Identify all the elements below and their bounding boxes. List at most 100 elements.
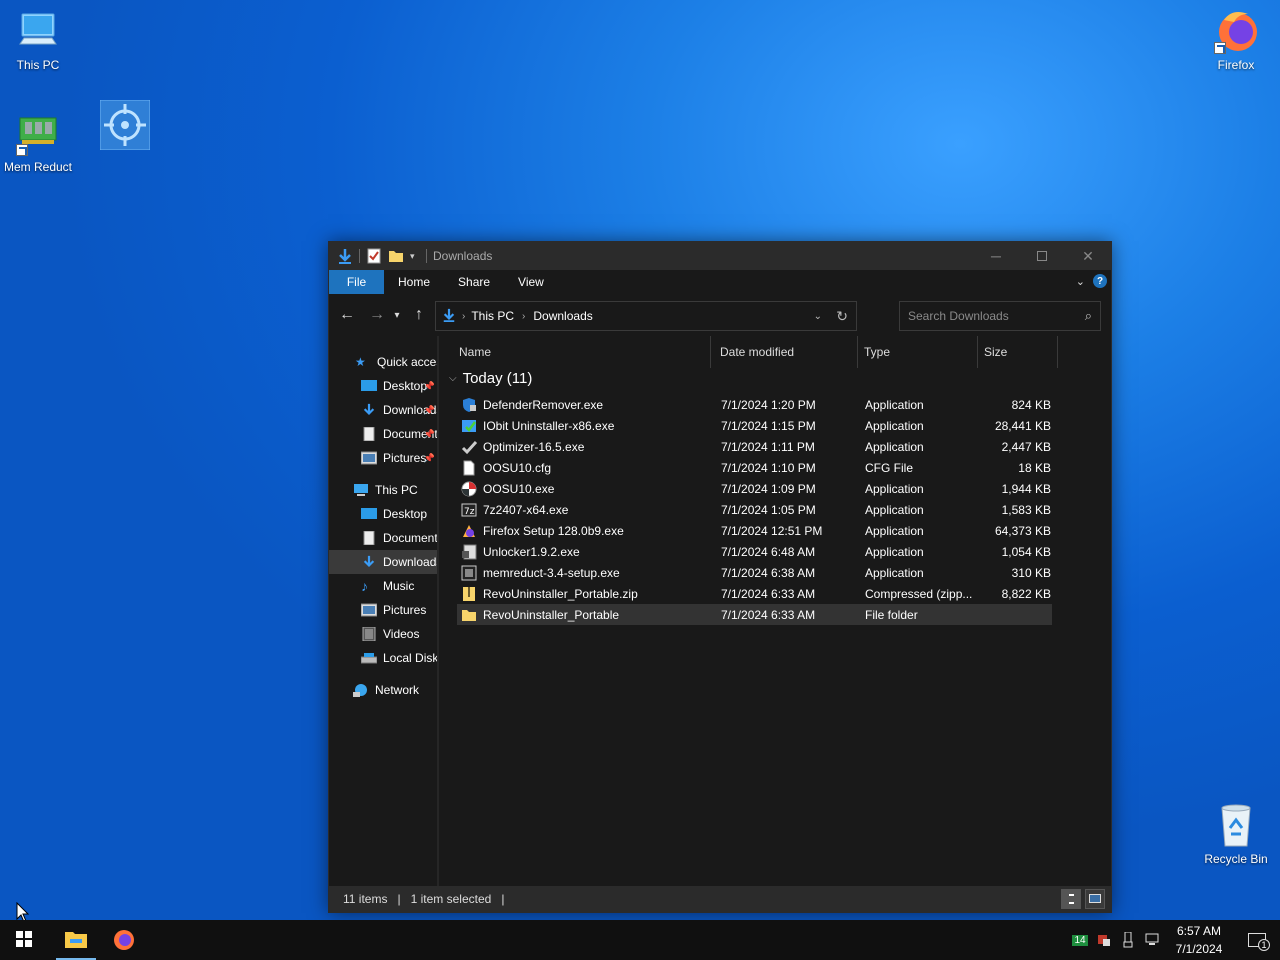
column-date-modified[interactable]: Date modified — [714, 336, 858, 368]
expand-ribbon-chevron-icon[interactable]: ⌄ — [1076, 275, 1085, 288]
recent-locations-chevron-icon[interactable]: ▾ — [391, 310, 403, 321]
file-name: RevoUninstaller_Portable — [483, 607, 620, 622]
taskbar-firefox-button[interactable] — [100, 920, 148, 960]
help-icon[interactable]: ? — [1093, 274, 1107, 288]
file-row[interactable]: DefenderRemover.exe 7/1/2024 1:20 PM App… — [457, 394, 1052, 415]
search-box[interactable]: Search Downloads ⌕ — [899, 301, 1101, 331]
file-row[interactable]: Optimizer-16.5.exe 7/1/2024 1:11 PM Appl… — [457, 436, 1052, 457]
nav-label: Videos — [383, 627, 420, 641]
nav-downloads[interactable]: Downloads — [329, 550, 437, 574]
up-button[interactable]: ↑ — [407, 306, 431, 324]
nav-documents-pinned[interactable]: Documents 📌 — [329, 422, 437, 446]
minimize-button[interactable]: ─ — [973, 242, 1019, 270]
file-type: File folder — [865, 607, 918, 622]
desktop-icon-this-pc[interactable]: This PC — [0, 10, 76, 72]
item-count: 11 items — [343, 892, 388, 906]
search-input[interactable]: Search Downloads — [908, 309, 1009, 323]
file-size: 8,822 KB — [1001, 586, 1051, 601]
group-header-today[interactable]: ⌵ Today (11) — [449, 370, 532, 387]
pin-icon: 📌 — [423, 380, 435, 391]
nav-label: Downloads — [383, 555, 437, 569]
file-size: 2,447 KB — [1001, 439, 1051, 454]
file-row[interactable]: IObit Uninstaller-x86.exe 7/1/2024 1:15 … — [457, 415, 1052, 436]
tab-view[interactable]: View — [504, 270, 558, 294]
clock-date: 7/1/2024 — [1175, 942, 1223, 956]
document-icon — [461, 460, 477, 476]
file-explorer-window[interactable]: ▾ Downloads ─ ✕ File Home Share View ⌄ ?… — [328, 241, 1112, 913]
details-view-icon — [1069, 894, 1074, 904]
nav-quick-access[interactable]: ★ Quick access — [329, 350, 437, 374]
breadcrumb-downloads[interactable]: Downloads — [533, 309, 592, 323]
file-size: 64,373 KB — [994, 523, 1051, 538]
title-bar[interactable]: ▾ Downloads ─ ✕ — [329, 242, 1111, 270]
file-row[interactable]: RevoUninstaller_Portable.zip 7/1/2024 6:… — [457, 583, 1052, 604]
column-header: Name Date modified Type Size — [439, 336, 1111, 368]
nav-pictures[interactable]: Pictures — [329, 598, 437, 622]
tab-file[interactable]: File — [329, 270, 384, 294]
address-dropdown-icon[interactable]: ⌄ — [814, 311, 822, 322]
large-icons-view-icon — [1089, 894, 1101, 903]
file-row[interactable]: OOSU10.exe 7/1/2024 1:09 PM Application … — [457, 478, 1052, 499]
tab-home[interactable]: Home — [384, 270, 444, 294]
tray-security-icon[interactable] — [1092, 920, 1116, 960]
nav-pictures-pinned[interactable]: Pictures 📌 — [329, 446, 437, 470]
tray-app-icon[interactable]: 14 — [1068, 920, 1092, 960]
nav-downloads-pinned[interactable]: Downloads 📌 — [329, 398, 437, 422]
nav-this-pc[interactable]: This PC — [329, 478, 437, 502]
file-row[interactable]: 7z 7z2407-x64.exe 7/1/2024 1:05 PM Appli… — [457, 499, 1052, 520]
desktop-icon-mem-reduct[interactable]: Mem Reduct — [0, 112, 76, 174]
properties-icon[interactable] — [366, 248, 382, 264]
notification-center-button[interactable]: 1 — [1234, 920, 1280, 960]
file-row[interactable]: Firefox Setup 128.0b9.exe 7/1/2024 12:51… — [457, 520, 1052, 541]
file-name: OOSU10.cfg — [483, 460, 552, 475]
desktop-icon-firefox[interactable]: Firefox — [1198, 6, 1274, 72]
file-name: 7z2407-x64.exe — [483, 502, 569, 517]
nav-documents[interactable]: Documents — [329, 526, 437, 550]
details-view-button[interactable] — [1061, 889, 1081, 909]
nav-network[interactable]: Network — [329, 678, 437, 702]
file-row[interactable]: OOSU10.cfg 7/1/2024 1:10 PM CFG File 18 … — [457, 457, 1052, 478]
start-button[interactable] — [0, 920, 48, 960]
file-type: Application — [865, 397, 924, 412]
computer-icon — [16, 10, 60, 54]
network-status-icon[interactable] — [1140, 920, 1164, 960]
nav-videos[interactable]: Videos — [329, 622, 437, 646]
star-icon: ★ — [355, 355, 366, 369]
crosshair-icon — [99, 99, 151, 151]
maximize-button[interactable] — [1019, 242, 1065, 270]
file-name: memreduct-3.4-setup.exe — [483, 565, 620, 580]
column-size[interactable]: Size — [978, 336, 1058, 368]
file-list-pane: Name Date modified Type Size ⌵ Today (11… — [439, 336, 1111, 886]
forward-button[interactable]: → — [365, 306, 389, 324]
file-type: CFG File — [865, 460, 913, 475]
file-type: Application — [865, 565, 924, 580]
column-name[interactable]: Name — [453, 336, 711, 368]
file-row[interactable]: Unlocker1.9.2.exe 7/1/2024 6:48 AM Appli… — [457, 541, 1052, 562]
back-button[interactable]: ← — [335, 306, 359, 324]
nav-desktop-pinned[interactable]: Desktop 📌 — [329, 374, 437, 398]
new-folder-icon[interactable] — [388, 248, 404, 264]
taskbar: 14 6:57 AM 7/1/2024 1 — [0, 920, 1280, 960]
address-bar[interactable]: › This PC › Downloads ⌄ ↻ — [435, 301, 857, 331]
nav-local-disk[interactable]: Local Disk — [329, 646, 437, 670]
close-button[interactable]: ✕ — [1065, 242, 1111, 270]
status-bar: 11 items | 1 item selected | — [329, 886, 1111, 912]
customize-quick-access-icon[interactable]: ▾ — [410, 248, 420, 264]
tab-share[interactable]: Share — [444, 270, 504, 294]
clock[interactable]: 6:57 AM 7/1/2024 — [1164, 922, 1234, 958]
nav-desktop[interactable]: Desktop — [329, 502, 437, 526]
desktop-icon-recycle-bin[interactable]: Recycle Bin — [1198, 800, 1274, 866]
refresh-icon[interactable]: ↻ — [836, 308, 848, 325]
usb-device-icon[interactable] — [1116, 920, 1140, 960]
file-row[interactable]: RevoUninstaller_Portable 7/1/2024 6:33 A… — [457, 604, 1052, 625]
breadcrumb-this-pc[interactable]: This PC — [471, 309, 514, 323]
large-icons-view-button[interactable] — [1085, 889, 1105, 909]
file-name: DefenderRemover.exe — [483, 397, 604, 412]
nav-label: Pictures — [383, 603, 427, 617]
file-row[interactable]: memreduct-3.4-setup.exe 7/1/2024 6:38 AM… — [457, 562, 1052, 583]
nav-music[interactable]: ♪ Music — [329, 574, 437, 598]
column-type[interactable]: Type — [858, 336, 978, 368]
desktop-icon-target-app[interactable] — [87, 99, 163, 154]
pin-icon: 📌 — [423, 452, 435, 463]
taskbar-file-explorer-button[interactable] — [52, 920, 100, 960]
